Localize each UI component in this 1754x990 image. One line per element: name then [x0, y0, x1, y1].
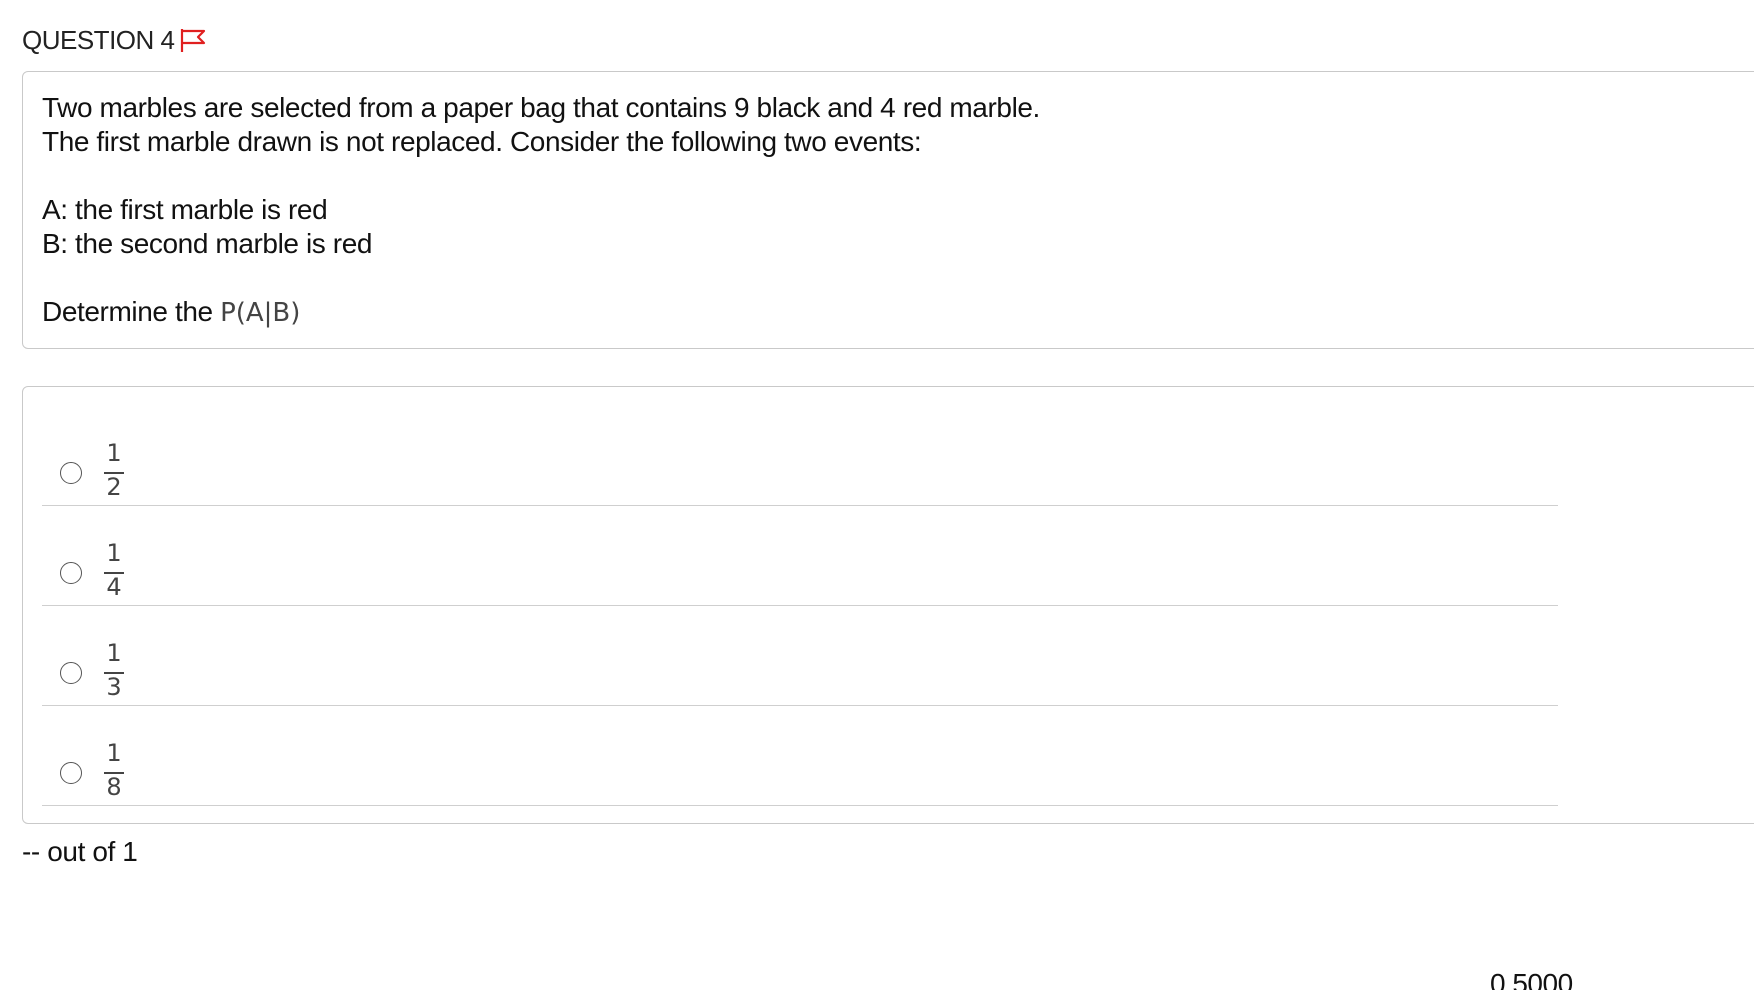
fraction-numerator: 1: [106, 439, 122, 467]
fraction: 1 4: [100, 540, 128, 602]
fraction: 1 2: [100, 440, 128, 502]
option-quarter[interactable]: 1 4: [42, 506, 1558, 606]
fraction-numerator: 1: [106, 739, 122, 767]
event-b-text: B: the second marble is red: [42, 228, 373, 259]
fraction-numerator: 1: [106, 639, 122, 667]
question-label: QUESTION 4: [22, 24, 175, 55]
score-text: -- out of 1: [22, 836, 138, 867]
answer-options: 1 2 1 4 1 3 1 8: [22, 386, 1754, 824]
fraction-numerator: 1: [106, 539, 122, 567]
radio-button[interactable]: [60, 562, 82, 584]
option-half[interactable]: 1 2: [42, 406, 1558, 506]
question-header: QUESTION 4: [22, 24, 208, 56]
radio-button[interactable]: [60, 762, 82, 784]
radio-button[interactable]: [60, 462, 82, 484]
question-line-1: Two marbles are selected from a paper ba…: [42, 92, 1040, 123]
question-text: Two marbles are selected from a paper ba…: [42, 91, 1040, 330]
determine-line: Determine the P(A|B): [42, 295, 1040, 330]
flag-icon[interactable]: [178, 27, 208, 53]
fraction-denominator: 4: [106, 573, 122, 601]
fraction-denominator: 3: [106, 673, 122, 701]
fraction-denominator: 8: [106, 773, 122, 801]
fraction: 1 8: [100, 740, 128, 802]
fraction: 1 3: [100, 640, 128, 702]
fraction-denominator: 2: [106, 473, 122, 501]
determine-text: Determine the: [42, 296, 213, 327]
event-a-text: A: the first marble is red: [42, 194, 328, 225]
probability-expression: P(A|B): [220, 298, 301, 328]
option-eighth[interactable]: 1 8: [42, 706, 1558, 806]
option-third[interactable]: 1 3: [42, 606, 1558, 706]
question-line-2: The first marble drawn is not replaced. …: [42, 126, 922, 157]
radio-button[interactable]: [60, 662, 82, 684]
question-body: Two marbles are selected from a paper ba…: [22, 71, 1754, 349]
partial-value-text: 0.5000: [1490, 968, 1573, 990]
